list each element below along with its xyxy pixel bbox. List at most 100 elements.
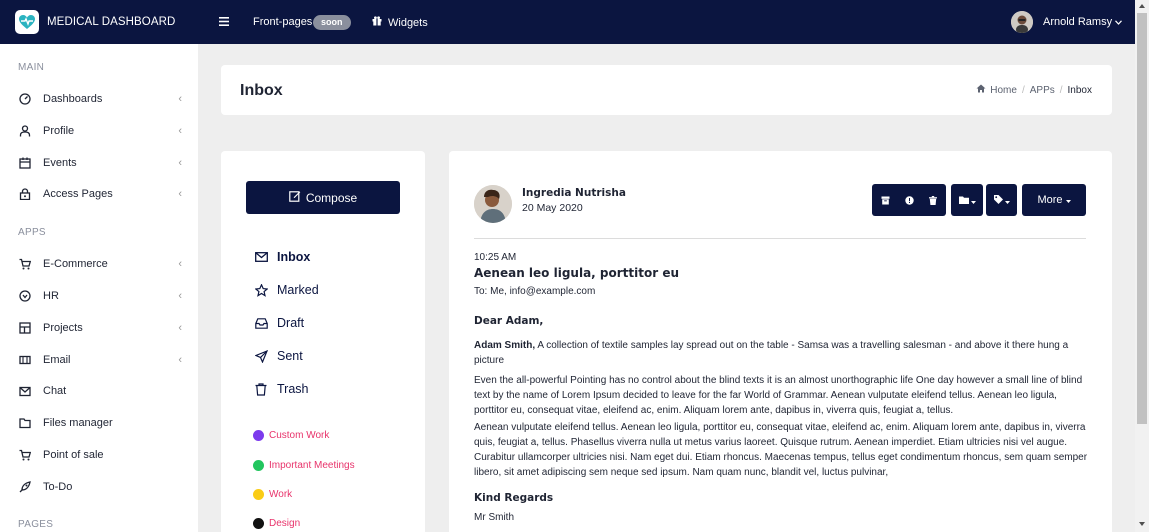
brand-logo-icon [15,10,39,34]
chevron-left-icon: ‹ [178,258,182,270]
page-scrollbar[interactable] [1135,0,1149,532]
folder-inbox[interactable]: Inbox [254,248,310,266]
folder-label: Marked [277,283,319,297]
sidebar-item-dashboards[interactable]: Dashboards ‹ [18,89,190,109]
sidebar-item-label: HR [43,290,59,302]
brand[interactable]: MEDICAL DASHBOARD [15,10,175,34]
sidebar-item-label: To-Do [43,481,73,493]
tag-dropdown[interactable] [986,184,1017,216]
sidebar-item-label: Point of sale [43,449,104,461]
rocket-icon [18,480,32,494]
move-to-folder-dropdown[interactable] [951,184,983,216]
folder-sent[interactable]: Sent [254,347,303,365]
mail-recipients: To: Me, info@example.com [474,286,596,297]
folder-marked[interactable]: Marked [254,281,319,299]
label-work[interactable]: Work [253,489,292,500]
tag-icon [993,193,1003,207]
sidebar-item-email[interactable]: Email ‹ [18,350,190,370]
compose-button[interactable]: Compose [246,181,400,214]
nav-widgets-label: Widgets [388,16,428,29]
compose-label: Compose [305,190,358,205]
label-important-meetings[interactable]: Important Meetings [253,460,355,471]
avatar [1011,11,1033,33]
calendar-icon [18,156,32,170]
breadcrumb-separator: / [1059,84,1063,96]
mail-paragraph: Adam Smith, A collection of textile samp… [474,338,1088,368]
sidebar-item-point-of-sale[interactable]: Point of sale [18,445,190,465]
mail-view: Ingredia Nutrisha 20 May 2020 More 10:25… [449,151,1112,532]
sidebar-item-chat[interactable]: Chat [18,381,190,401]
soon-badge: soon [313,15,351,30]
avatar [474,185,512,223]
delete-icon[interactable] [921,195,945,205]
trash-icon [254,382,268,396]
folder-label: Draft [277,316,305,330]
sidebar-item-e-commerce[interactable]: E-Commerce ‹ [18,254,190,274]
mail-greeting: Dear Adam, [474,315,544,327]
nav-front-pages[interactable]: Front-pages [253,16,312,28]
scroll-thumb[interactable] [1137,13,1147,424]
page-header: Inbox Home / APPs / Inbox [221,65,1112,115]
mail-paragraph: Aenean vulputate eleifend tellus. Aenean… [474,422,1088,478]
edit-icon [289,190,306,205]
sidebar-item-hr[interactable]: HR ‹ [18,286,190,306]
scroll-down-arrow-icon[interactable] [1139,522,1145,526]
chevron-left-icon: ‹ [178,322,182,334]
gift-icon [372,16,382,29]
label-text: Important Meetings [269,460,355,471]
home-icon [976,84,986,96]
chevron-left-icon: ‹ [178,125,182,137]
label-custom-work[interactable]: Custom Work [253,430,329,441]
sidebar: MAIN Dashboards ‹ Profile ‹ Events ‹ Acc… [0,44,198,532]
label-dot [253,430,264,441]
chevron-left-icon: ‹ [178,188,182,200]
sidebar-section-pages: PAGES [18,519,54,530]
folder-icon [958,193,969,207]
label-dot [253,518,264,529]
breadcrumb-apps[interactable]: APPs [1030,85,1055,96]
user-menu[interactable]: Arnold Ramsy [1011,11,1123,33]
sidebar-section-apps: APPS [18,227,46,238]
sidebar-item-profile[interactable]: Profile ‹ [18,121,190,141]
shield-icon [18,289,32,303]
chevron-left-icon: ‹ [178,93,182,105]
sidebar-item-label: Dashboards [43,93,103,105]
lock-icon [18,187,32,201]
mail-time: 10:25 AM [474,252,517,263]
folder-label: Trash [277,382,309,396]
spam-alert-icon[interactable] [897,195,921,205]
sidebar-item-events[interactable]: Events ‹ [18,153,190,173]
chevron-left-icon: ‹ [178,354,182,366]
folder-label: Sent [277,349,303,363]
gauge-icon [18,92,32,106]
more-dropdown[interactable]: More [1022,184,1086,216]
email-icon [18,353,32,367]
folder-icon [18,416,32,430]
mail-paragraph-text: A collection of textile samples lay spre… [474,340,1069,366]
send-icon [254,349,268,363]
caret-down-icon [1065,194,1071,206]
mail-date: 20 May 2020 [522,202,583,214]
sidebar-item-to-do[interactable]: To-Do [18,477,190,497]
archive-icon[interactable] [873,196,897,205]
user-name: Arnold Ramsy [1043,16,1113,28]
caret-down-icon [1004,193,1010,207]
breadcrumb-home[interactable]: Home [990,85,1017,96]
draft-icon [254,317,268,329]
folder-draft[interactable]: Draft [254,314,304,332]
label-text: Custom Work [269,430,330,441]
hamburger-menu-icon[interactable] [219,15,229,29]
folder-trash[interactable]: Trash [254,380,309,398]
mail-icon [254,252,268,262]
page-title: Inbox [240,82,283,99]
sidebar-item-access-pages[interactable]: Access Pages ‹ [18,184,190,204]
folder-label: Inbox [277,250,311,264]
sidebar-item-files-manager[interactable]: Files manager [18,413,190,433]
scroll-up-arrow-icon[interactable] [1139,4,1145,8]
label-design[interactable]: Design [253,518,300,529]
sidebar-item-projects[interactable]: Projects ‹ [18,318,190,338]
sidebar-item-label: Chat [43,385,67,397]
layout-icon [18,321,32,335]
breadcrumb-current: Inbox [1067,84,1092,96]
nav-widgets[interactable]: Widgets [372,16,428,29]
